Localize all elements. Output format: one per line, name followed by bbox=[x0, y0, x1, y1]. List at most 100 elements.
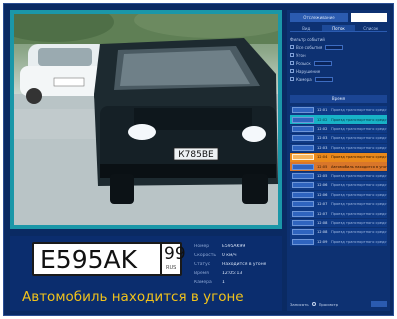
filter-wanted[interactable]: Розыск bbox=[290, 59, 387, 67]
event-thumbnail[interactable] bbox=[292, 210, 314, 217]
event-description: Проезд транспортного средства bbox=[331, 230, 387, 235]
event-description: Проезд транспортного средства bbox=[331, 108, 387, 113]
filter-violation[interactable]: Нарушение bbox=[290, 67, 387, 75]
right-panel: Отслеживание Вид Поток Список Фильтр соб… bbox=[287, 10, 390, 311]
event-row[interactable]: 12:03 Проезд транспортного средства bbox=[290, 134, 387, 143]
checkbox[interactable] bbox=[290, 53, 294, 57]
event-row[interactable]: 12:03 Проезд транспортного средства bbox=[290, 143, 387, 153]
event-row[interactable]: 12:08 Проезд транспортного средства bbox=[290, 218, 387, 228]
event-row[interactable]: 12:06 Проезд транспортного средства bbox=[290, 181, 387, 190]
filter-label: Все события bbox=[296, 44, 323, 50]
event-description: Проезд транспортного средства bbox=[331, 202, 387, 207]
event-row[interactable]: 12:08 Проезд транспортного средства bbox=[290, 228, 387, 237]
bottom-bar: Записать Просмотр bbox=[290, 300, 387, 308]
event-row[interactable]: 12:09 Проезд транспортного средства bbox=[290, 237, 387, 247]
event-time: 12:07 bbox=[317, 202, 328, 207]
event-description: Проезд транспортного средства bbox=[331, 155, 387, 160]
filter-label: Нарушение bbox=[296, 68, 321, 74]
plate-panel: E595AK 99 RUS Номер E595AK99 Скорость 0 … bbox=[10, 236, 282, 311]
event-thumbnail[interactable] bbox=[292, 135, 314, 142]
event-time: 12:05 bbox=[317, 164, 328, 169]
events-list[interactable]: 12:01 Проезд транспортного средства 12:02 П… bbox=[290, 106, 387, 247]
event-row[interactable]: 12:06 Проезд транспортного средства bbox=[290, 190, 387, 200]
event-thumbnail[interactable] bbox=[292, 238, 314, 245]
event-time: 12:01 bbox=[317, 108, 328, 113]
event-description: Проезд транспортного средства bbox=[331, 192, 387, 197]
event-thumbnail[interactable] bbox=[292, 144, 314, 151]
filter-field[interactable] bbox=[314, 76, 333, 82]
info-value: 1 bbox=[222, 280, 225, 285]
event-description: Проезд транспортного средства bbox=[331, 174, 387, 179]
event-thumbnail[interactable] bbox=[292, 173, 314, 180]
event-time: 12:03 bbox=[317, 136, 328, 141]
event-thumbnail[interactable] bbox=[292, 116, 314, 123]
event-row[interactable]: 12:07 Проезд транспортного средства bbox=[290, 209, 387, 218]
event-time: 12:02 bbox=[317, 127, 328, 132]
events-header: Время bbox=[290, 95, 387, 103]
event-time: 12:09 bbox=[317, 239, 328, 244]
tab-view[interactable]: Вид bbox=[290, 25, 323, 32]
checkbox[interactable] bbox=[290, 69, 294, 73]
event-row[interactable]: 12:02 Проезд транспортного средства bbox=[290, 115, 387, 124]
event-description: Проезд транспортного средства bbox=[331, 117, 387, 122]
event-time: 12:08 bbox=[317, 220, 328, 225]
event-row[interactable]: 12:05 Автомобиль находится в угоне bbox=[290, 162, 387, 171]
sub-tabs: Вид Поток Список bbox=[290, 25, 387, 32]
filter-field[interactable] bbox=[313, 60, 332, 66]
info-value: 0 км/ч bbox=[222, 253, 237, 258]
event-row[interactable]: 12:04 Проезд транспортного средства bbox=[290, 152, 387, 162]
event-description: Проезд транспортного средства bbox=[331, 211, 387, 216]
filter-label: Розыск bbox=[296, 60, 311, 66]
car-plate-text: К785ВЕ bbox=[178, 150, 214, 160]
camera-view[interactable]: К785ВЕ bbox=[14, 14, 278, 225]
apply-button[interactable] bbox=[371, 301, 387, 307]
filter-label: Камера bbox=[296, 76, 312, 82]
event-time: 12:02 bbox=[317, 117, 328, 122]
filter-field[interactable] bbox=[325, 44, 344, 50]
filter-stolen[interactable]: Угон bbox=[290, 51, 387, 59]
event-time: 12:06 bbox=[317, 192, 328, 197]
info-label: Время bbox=[194, 271, 209, 276]
event-thumbnail[interactable] bbox=[292, 201, 314, 208]
app-window: К785ВЕ E595AK 99 RUS Номер E595AK99 Скор… bbox=[3, 3, 394, 316]
event-time: 12:08 bbox=[317, 230, 328, 235]
info-value: E595AK99 bbox=[222, 244, 246, 249]
checkbox[interactable] bbox=[290, 61, 294, 65]
event-row[interactable]: 12:05 Проезд транспортного средства bbox=[290, 171, 387, 181]
filter-all[interactable]: Все события bbox=[290, 43, 387, 51]
stolen-alert: Автомобиль находится в угоне bbox=[22, 289, 244, 305]
view-label[interactable]: Просмотр bbox=[319, 302, 339, 307]
info-row: Время 12:05:13 bbox=[194, 269, 278, 278]
checkbox[interactable] bbox=[290, 77, 294, 81]
event-thumbnail[interactable] bbox=[292, 163, 314, 170]
event-thumbnail[interactable] bbox=[292, 219, 314, 226]
tab-list[interactable]: Список bbox=[354, 25, 387, 32]
event-thumbnail[interactable] bbox=[292, 107, 314, 114]
search-input[interactable] bbox=[351, 13, 387, 22]
record-icon[interactable] bbox=[311, 302, 316, 306]
event-row[interactable]: 12:02 Проезд транспортного средства bbox=[290, 124, 387, 134]
info-row: Скорость 0 км/ч bbox=[194, 251, 278, 260]
event-thumbnail[interactable] bbox=[292, 191, 314, 198]
event-thumbnail[interactable] bbox=[292, 154, 314, 161]
event-row[interactable]: 12:07 Проезд транспортного средства bbox=[290, 199, 387, 209]
info-label: Номер bbox=[194, 244, 210, 249]
camera-scene: К785ВЕ bbox=[14, 14, 278, 225]
event-thumbnail[interactable] bbox=[292, 229, 314, 236]
record-label[interactable]: Записать bbox=[290, 302, 309, 307]
tab-stream[interactable]: Поток bbox=[322, 25, 355, 32]
checkbox[interactable] bbox=[290, 45, 294, 49]
info-row: Номер E595AK99 bbox=[194, 242, 278, 251]
filter-camera[interactable]: Камера bbox=[290, 75, 387, 83]
event-description: Проезд транспортного средства bbox=[331, 239, 387, 244]
tab-tracking[interactable]: Отслеживание bbox=[290, 13, 348, 22]
event-thumbnail[interactable] bbox=[292, 126, 314, 133]
info-label: Скорость bbox=[194, 253, 216, 258]
license-plate: E595AK 99 RUS bbox=[32, 242, 186, 276]
event-time: 12:03 bbox=[317, 145, 328, 150]
info-label: Статус bbox=[194, 262, 211, 267]
info-row: Статус Находится в угоне bbox=[194, 260, 278, 269]
event-thumbnail[interactable] bbox=[292, 182, 314, 189]
plate-number: E595AK bbox=[40, 245, 138, 274]
event-row[interactable]: 12:01 Проезд транспортного средства bbox=[290, 106, 387, 115]
